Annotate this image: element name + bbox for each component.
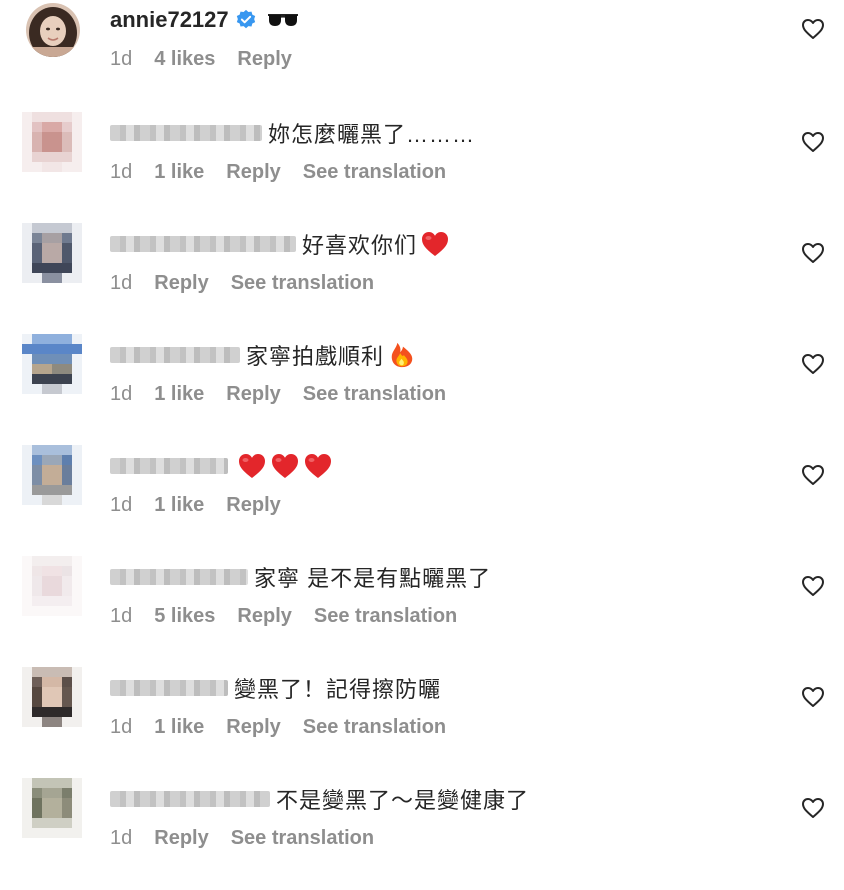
heart-outline-icon[interactable] (801, 18, 825, 40)
blurred-avatar-icon (22, 112, 82, 172)
fire-icon (391, 342, 413, 368)
blurred-avatar-icon (22, 223, 82, 283)
username-redacted[interactable] (110, 458, 228, 474)
see-translation-link[interactable]: See translation (231, 827, 374, 850)
reply-button[interactable]: Reply (226, 494, 280, 517)
comment-meta: 1d 5 likes Reply See translation (110, 601, 479, 631)
username-redacted[interactable] (110, 680, 228, 696)
reply-button[interactable]: Reply (154, 827, 208, 850)
see-translation-link[interactable]: See translation (314, 605, 457, 628)
avatar[interactable] (22, 776, 82, 840)
comment-meta: 1d 1 like Reply See translation (110, 379, 468, 409)
reply-button[interactable]: Reply (226, 383, 280, 406)
comment-item: 變黑了！記得擦防曬 1d 1 like Reply See translatio… (0, 665, 844, 779)
comment-meta: 1d 1 like Reply See translation (110, 712, 468, 742)
see-translation-link[interactable]: See translation (231, 272, 374, 295)
comment-text: 家寧拍戲順利 (246, 344, 385, 369)
likes-count[interactable]: 1 like (154, 161, 204, 184)
reply-button[interactable]: Reply (226, 716, 280, 739)
red-heart-icon (305, 454, 331, 478)
timestamp: 1d (110, 493, 133, 516)
comment-body: 家寧 是不是有點曬黑了 (110, 561, 491, 593)
likes-count[interactable]: 5 likes (154, 605, 215, 628)
avatar[interactable] (22, 332, 82, 396)
avatar[interactable] (22, 665, 82, 729)
heart-outline-icon[interactable] (801, 353, 825, 375)
timestamp: 1d (110, 160, 133, 183)
red-heart-icon (422, 232, 449, 256)
heart-outline-icon[interactable] (801, 242, 825, 264)
likes-count[interactable]: 1 like (154, 383, 204, 406)
reply-button[interactable]: Reply (226, 161, 280, 184)
avatar[interactable] (22, 221, 82, 285)
comment-item: 不是變黑了～是變健康了 1d Reply See translation (0, 776, 844, 890)
likes-count[interactable]: 1 like (154, 716, 204, 739)
user-photo-icon (26, 3, 80, 57)
timestamp: 1d (110, 271, 133, 294)
see-translation-link[interactable]: See translation (303, 383, 446, 406)
timestamp: 1d (110, 47, 133, 70)
heart-outline-icon[interactable] (801, 797, 825, 819)
comment-item: 好喜欢你们 1d Reply See translation (0, 221, 844, 335)
heart-outline-icon[interactable] (801, 464, 825, 486)
username[interactable]: annie72127 (110, 7, 229, 33)
comment-body: 好喜欢你们 (110, 228, 450, 260)
avatar[interactable] (22, 554, 82, 618)
comment-item: 妳怎麼曬黑了……… 1d 1 like Reply See translatio… (0, 110, 844, 224)
reply-button[interactable]: Reply (237, 605, 291, 628)
timestamp: 1d (110, 604, 133, 627)
reply-button[interactable]: Reply (237, 48, 291, 71)
comment-meta: 1d Reply See translation (110, 268, 396, 298)
comment-meta: 1d 1 like Reply See translation (110, 157, 468, 187)
comment-body: 家寧拍戲順利 (110, 339, 417, 371)
comment-meta: 1d Reply See translation (110, 823, 396, 853)
avatar[interactable] (26, 3, 80, 57)
likes-count[interactable]: 4 likes (154, 48, 215, 71)
heart-outline-icon[interactable] (801, 131, 825, 153)
username-redacted[interactable] (110, 236, 296, 252)
comment-meta: 1d 4 likes Reply (110, 44, 314, 74)
comment-item: 家寧 是不是有點曬黑了 1d 5 likes Reply See transla… (0, 554, 844, 668)
timestamp: 1d (110, 826, 133, 849)
timestamp: 1d (110, 715, 133, 738)
sunglasses-icon (267, 14, 298, 26)
comment-body: annie72127 (110, 4, 299, 36)
see-translation-link[interactable]: See translation (303, 161, 446, 184)
comment-text: 妳怎麼曬黑了……… (268, 122, 476, 147)
comment-text: 好喜欢你们 (302, 233, 418, 258)
avatar[interactable] (22, 443, 82, 507)
likes-count[interactable]: 1 like (154, 494, 204, 517)
see-translation-link[interactable]: See translation (303, 716, 446, 739)
heart-outline-icon[interactable] (801, 575, 825, 597)
comment-body: 不是變黑了～是變健康了 (110, 783, 529, 815)
comment-item: 家寧拍戲順利 1d 1 like Reply See translation (0, 332, 844, 446)
verified-badge-icon (236, 9, 255, 29)
username-redacted[interactable] (110, 791, 270, 807)
red-heart-icon (239, 454, 265, 478)
comment-body (110, 450, 333, 482)
comment-body: 妳怎麼曬黑了……… (110, 117, 475, 149)
heart-outline-icon[interactable] (801, 686, 825, 708)
blurred-avatar-icon (22, 556, 82, 616)
blurred-avatar-icon (22, 334, 82, 394)
avatar[interactable] (22, 110, 82, 174)
username-redacted[interactable] (110, 125, 262, 141)
comment-item: annie72127 1d 4 likes Reply (0, 0, 844, 111)
blurred-avatar-icon (22, 778, 82, 838)
comment-text: 不是變黑了～是變健康了 (276, 788, 530, 813)
comment-item: 1d 1 like Reply (0, 443, 844, 557)
reply-button[interactable]: Reply (154, 272, 208, 295)
comment-text: 變黑了！記得擦防曬 (234, 677, 442, 702)
blurred-avatar-icon (22, 667, 82, 727)
timestamp: 1d (110, 382, 133, 405)
red-heart-icon (272, 454, 298, 478)
comment-text: 家寧 是不是有點曬黑了 (254, 566, 492, 591)
comment-body: 變黑了！記得擦防曬 (110, 672, 441, 704)
comment-meta: 1d 1 like Reply (110, 490, 303, 520)
username-redacted[interactable] (110, 347, 240, 363)
username-redacted[interactable] (110, 569, 248, 585)
blurred-avatar-icon (22, 445, 82, 505)
